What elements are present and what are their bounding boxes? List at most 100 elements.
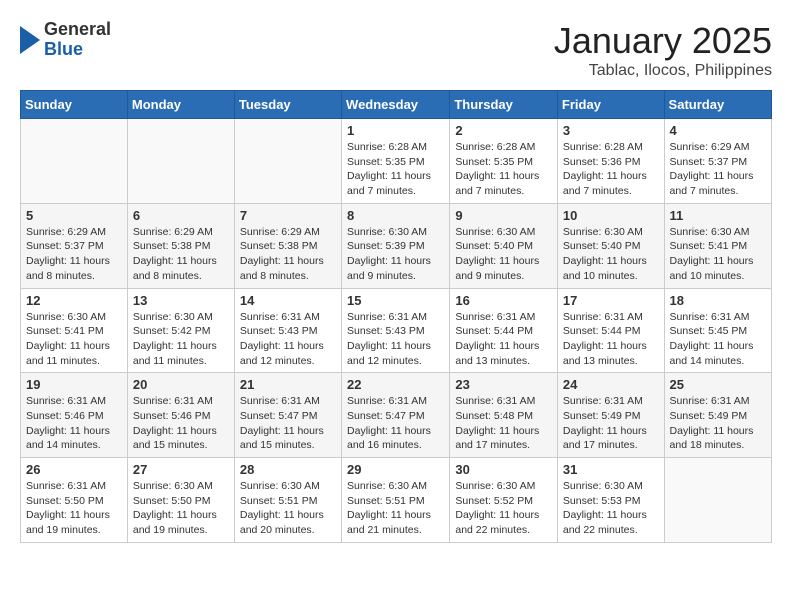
day-info: Sunrise: 6:29 AMSunset: 5:38 PMDaylight:…	[240, 225, 336, 284]
calendar-day-2: 2Sunrise: 6:28 AMSunset: 5:35 PMDaylight…	[450, 119, 558, 204]
day-info: Sunrise: 6:31 AMSunset: 5:47 PMDaylight:…	[347, 394, 444, 453]
calendar-day-11: 11Sunrise: 6:30 AMSunset: 5:41 PMDayligh…	[664, 203, 771, 288]
day-info: Sunrise: 6:30 AMSunset: 5:41 PMDaylight:…	[26, 310, 122, 369]
title-section: January 2025 Tablac, Ilocos, Philippines	[554, 20, 772, 80]
day-number: 14	[240, 293, 336, 308]
main-title: January 2025	[554, 20, 772, 62]
day-number: 23	[455, 377, 552, 392]
day-number: 2	[455, 123, 552, 138]
weekday-header-monday: Monday	[127, 91, 234, 119]
calendar-day-4: 4 Sunrise: 6:29 AMSunset: 5:37 PMDaylight…	[664, 119, 771, 204]
day-number: 24	[563, 377, 659, 392]
calendar-day-3: 3 Sunrise: 6:28 AMSunset: 5:36 PMDaylight…	[557, 119, 664, 204]
day-number: 25	[670, 377, 766, 392]
day-info: Sunrise: 6:29 AMSunset: 5:37 PMDaylight:…	[670, 140, 766, 199]
day-number: 19	[26, 377, 122, 392]
day-info: Sunrise: 6:31 AMSunset: 5:43 PMDaylight:…	[240, 310, 336, 369]
calendar-day-27: 27Sunrise: 6:30 AMSunset: 5:50 PMDayligh…	[127, 458, 234, 543]
calendar-table: SundayMondayTuesdayWednesdayThursdayFrid…	[20, 90, 772, 543]
day-info: Sunrise: 6:31 AMSunset: 5:46 PMDaylight:…	[26, 394, 122, 453]
day-info: Sunrise: 6:31 AMSunset: 5:48 PMDaylight:…	[455, 394, 552, 453]
calendar-day-26: 26Sunrise: 6:31 AMSunset: 5:50 PMDayligh…	[21, 458, 128, 543]
calendar-day-5: 5Sunrise: 6:29 AMSunset: 5:37 PMDaylight…	[21, 203, 128, 288]
calendar-day-25: 25 Sunrise: 6:31 AMSunset: 5:49 PMDayligh…	[664, 373, 771, 458]
calendar-empty-cell	[234, 119, 341, 204]
logo-icon	[20, 26, 40, 54]
day-number: 21	[240, 377, 336, 392]
day-number: 17	[563, 293, 659, 308]
calendar-day-6: 6 Sunrise: 6:29 AMSunset: 5:38 PMDaylight…	[127, 203, 234, 288]
calendar-header-row: SundayMondayTuesdayWednesdayThursdayFrid…	[21, 91, 772, 119]
calendar-day-14: 14 Sunrise: 6:31 AMSunset: 5:43 PMDayligh…	[234, 288, 341, 373]
day-number: 13	[133, 293, 229, 308]
day-info: Sunrise: 6:30 AMSunset: 5:39 PMDaylight:…	[347, 225, 444, 284]
day-number: 12	[26, 293, 122, 308]
day-info: Sunrise: 6:31 AMSunset: 5:45 PMDaylight:…	[670, 310, 766, 369]
day-info: Sunrise: 6:30 AMSunset: 5:42 PMDaylight:…	[133, 310, 229, 369]
day-number: 3	[563, 123, 659, 138]
calendar-day-30: 30Sunrise: 6:30 AMSunset: 5:52 PMDayligh…	[450, 458, 558, 543]
subtitle: Tablac, Ilocos, Philippines	[554, 62, 772, 80]
weekday-header-thursday: Thursday	[450, 91, 558, 119]
day-info: Sunrise: 6:31 AMSunset: 5:44 PMDaylight:…	[455, 310, 552, 369]
day-number: 7	[240, 208, 336, 223]
day-number: 20	[133, 377, 229, 392]
calendar-day-9: 9Sunrise: 6:30 AMSunset: 5:40 PMDaylight…	[450, 203, 558, 288]
day-info: Sunrise: 6:31 AMSunset: 5:47 PMDaylight:…	[240, 394, 336, 453]
calendar-day-8: 8 Sunrise: 6:30 AMSunset: 5:39 PMDaylight…	[342, 203, 450, 288]
calendar-day-17: 17 Sunrise: 6:31 AMSunset: 5:44 PMDayligh…	[557, 288, 664, 373]
day-info: Sunrise: 6:30 AMSunset: 5:52 PMDaylight:…	[455, 479, 552, 538]
logo-text: General Blue	[44, 20, 111, 60]
calendar-day-20: 20 Sunrise: 6:31 AMSunset: 5:46 PMDayligh…	[127, 373, 234, 458]
day-number: 11	[670, 208, 766, 223]
day-number: 26	[26, 462, 122, 477]
calendar-day-23: 23 Sunrise: 6:31 AMSunset: 5:48 PMDayligh…	[450, 373, 558, 458]
calendar-day-15: 15Sunrise: 6:31 AMSunset: 5:43 PMDayligh…	[342, 288, 450, 373]
day-info: Sunrise: 6:31 AMSunset: 5:49 PMDaylight:…	[563, 394, 659, 453]
weekday-header-saturday: Saturday	[664, 91, 771, 119]
calendar-day-10: 10 Sunrise: 6:30 AMSunset: 5:40 PMDayligh…	[557, 203, 664, 288]
day-info: Sunrise: 6:29 AMSunset: 5:37 PMDaylight:…	[26, 225, 122, 284]
day-info: Sunrise: 6:28 AMSunset: 5:35 PMDaylight:…	[347, 140, 444, 199]
weekday-header-sunday: Sunday	[21, 91, 128, 119]
logo-blue: Blue	[44, 40, 111, 60]
day-number: 10	[563, 208, 659, 223]
calendar-day-31: 31 Sunrise: 6:30 AMSunset: 5:53 PMDayligh…	[557, 458, 664, 543]
calendar-day-28: 28Sunrise: 6:30 AMSunset: 5:51 PMDayligh…	[234, 458, 341, 543]
logo: General Blue	[20, 20, 111, 60]
calendar-empty-cell	[127, 119, 234, 204]
day-info: Sunrise: 6:30 AMSunset: 5:50 PMDaylight:…	[133, 479, 229, 538]
calendar-day-24: 24 Sunrise: 6:31 AMSunset: 5:49 PMDayligh…	[557, 373, 664, 458]
calendar-day-13: 13 Sunrise: 6:30 AMSunset: 5:42 PMDayligh…	[127, 288, 234, 373]
calendar-week-row: 26Sunrise: 6:31 AMSunset: 5:50 PMDayligh…	[21, 458, 772, 543]
day-number: 1	[347, 123, 444, 138]
day-info: Sunrise: 6:30 AMSunset: 5:53 PMDaylight:…	[563, 479, 659, 538]
day-number: 22	[347, 377, 444, 392]
day-number: 4	[670, 123, 766, 138]
calendar-empty-cell	[21, 119, 128, 204]
day-info: Sunrise: 6:30 AMSunset: 5:40 PMDaylight:…	[563, 225, 659, 284]
day-info: Sunrise: 6:30 AMSunset: 5:51 PMDaylight:…	[240, 479, 336, 538]
calendar-week-row: 12 Sunrise: 6:30 AMSunset: 5:41 PMDayligh…	[21, 288, 772, 373]
day-info: Sunrise: 6:30 AMSunset: 5:40 PMDaylight:…	[455, 225, 552, 284]
calendar-day-1: 1 Sunrise: 6:28 AMSunset: 5:35 PMDaylight…	[342, 119, 450, 204]
day-info: Sunrise: 6:30 AMSunset: 5:51 PMDaylight:…	[347, 479, 444, 538]
day-info: Sunrise: 6:31 AMSunset: 5:44 PMDaylight:…	[563, 310, 659, 369]
day-number: 8	[347, 208, 444, 223]
weekday-header-friday: Friday	[557, 91, 664, 119]
day-info: Sunrise: 6:28 AMSunset: 5:36 PMDaylight:…	[563, 140, 659, 199]
day-info: Sunrise: 6:31 AMSunset: 5:46 PMDaylight:…	[133, 394, 229, 453]
day-number: 31	[563, 462, 659, 477]
calendar-empty-cell	[664, 458, 771, 543]
day-info: Sunrise: 6:31 AMSunset: 5:49 PMDaylight:…	[670, 394, 766, 453]
calendar-week-row: 19 Sunrise: 6:31 AMSunset: 5:46 PMDayligh…	[21, 373, 772, 458]
calendar-day-7: 7 Sunrise: 6:29 AMSunset: 5:38 PMDaylight…	[234, 203, 341, 288]
day-number: 15	[347, 293, 444, 308]
page-header: General Blue January 2025 Tablac, Ilocos…	[20, 20, 772, 80]
weekday-header-wednesday: Wednesday	[342, 91, 450, 119]
calendar-day-21: 21 Sunrise: 6:31 AMSunset: 5:47 PMDayligh…	[234, 373, 341, 458]
day-number: 18	[670, 293, 766, 308]
day-number: 6	[133, 208, 229, 223]
day-info: Sunrise: 6:29 AMSunset: 5:38 PMDaylight:…	[133, 225, 229, 284]
calendar-day-19: 19 Sunrise: 6:31 AMSunset: 5:46 PMDayligh…	[21, 373, 128, 458]
